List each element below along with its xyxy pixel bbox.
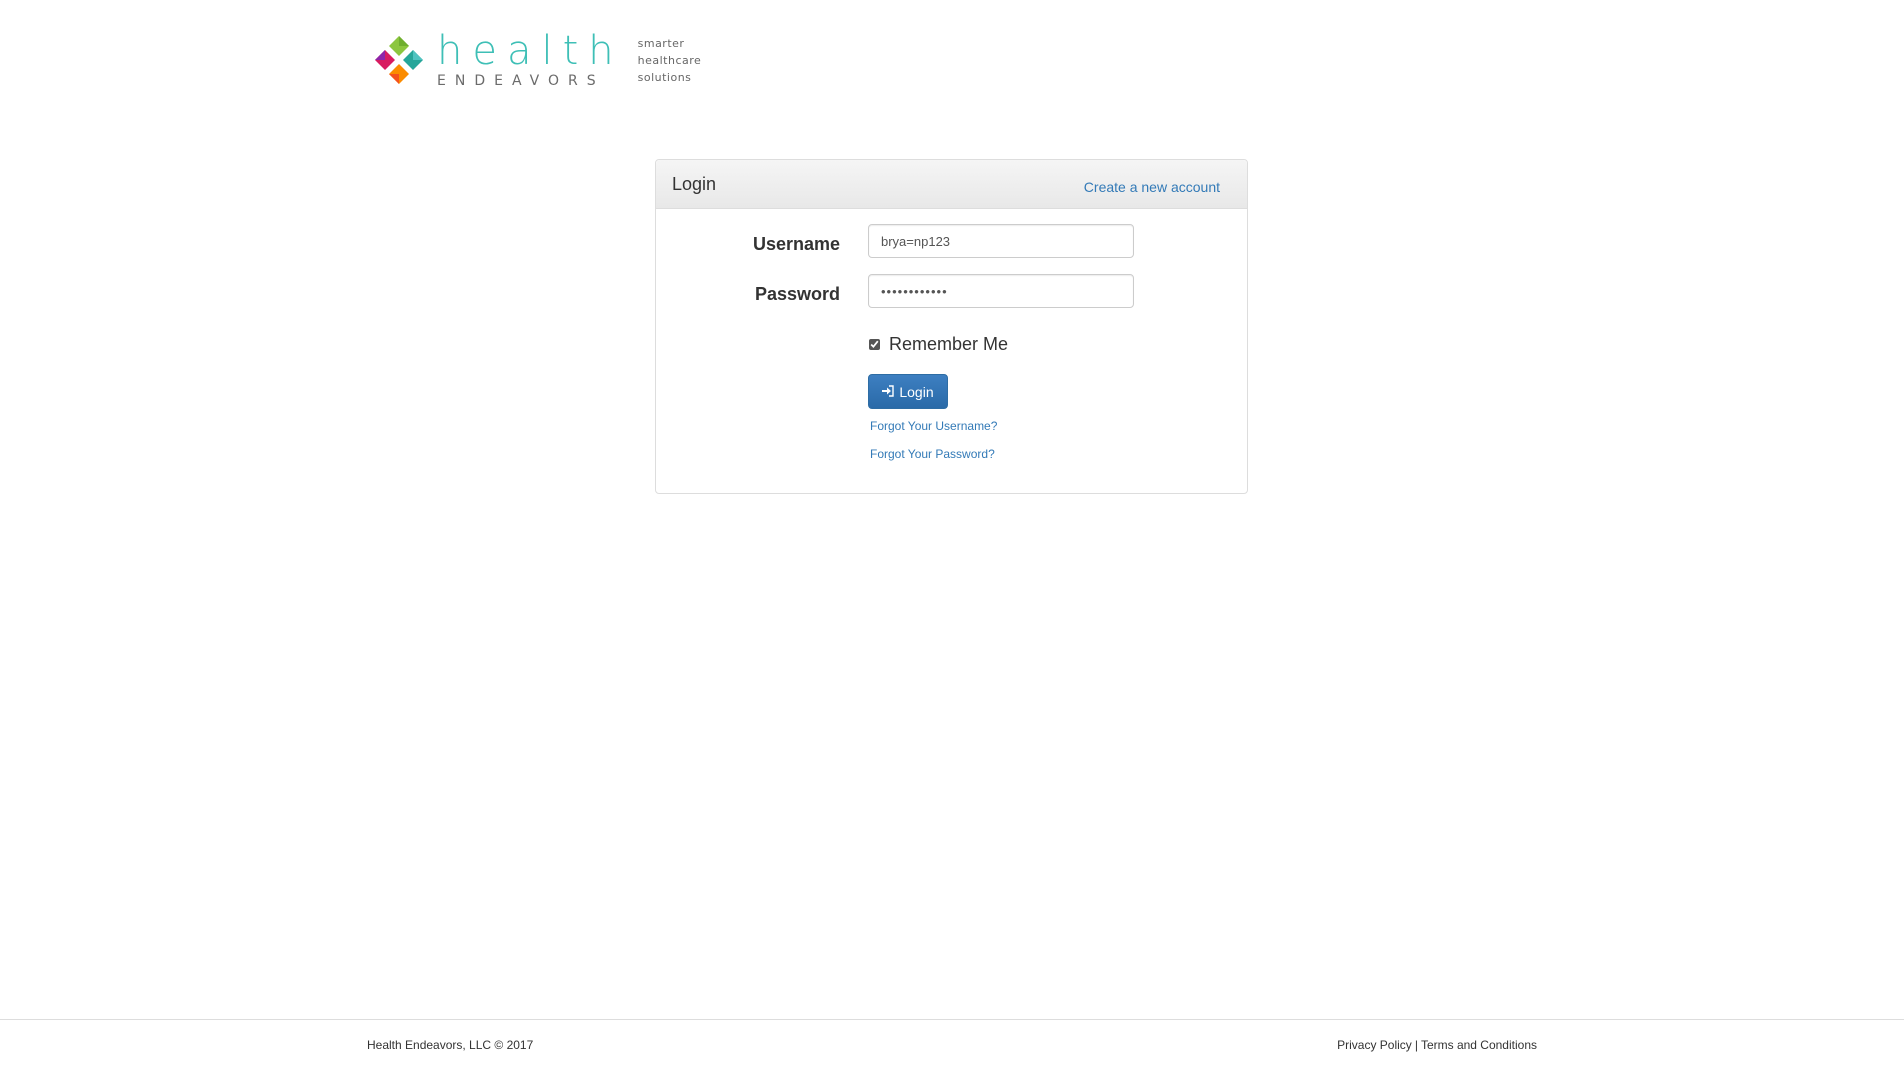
remember-me-checkbox[interactable]	[869, 339, 880, 350]
terms-link[interactable]: Terms and Conditions	[1421, 1038, 1537, 1052]
forgot-password-link[interactable]: Forgot Your Password?	[870, 447, 995, 461]
logo[interactable]: health ENDEAVORS smarter healthcare solu…	[373, 30, 701, 90]
create-account-link[interactable]: Create a new account	[1084, 179, 1220, 195]
username-input[interactable]	[868, 224, 1134, 258]
remember-me-label[interactable]: Remember Me	[889, 334, 1008, 355]
panel-heading: Login Create a new account	[656, 160, 1247, 209]
login-button[interactable]: Login	[868, 374, 948, 409]
tagline-line: solutions	[637, 70, 692, 84]
username-label: Username	[752, 234, 840, 254]
logo-subwordmark: ENDEAVORS	[437, 73, 605, 89]
footer-separator: |	[1414, 1038, 1418, 1052]
tagline-line: smarter	[637, 36, 685, 50]
footer-copyright: Health Endeavors, LLC © 2017	[367, 1038, 534, 1052]
password-label: Password	[754, 284, 840, 304]
tagline-line: healthcare	[637, 53, 702, 67]
footer-divider	[0, 1019, 1904, 1020]
logo-wordmark: health	[437, 28, 624, 74]
health-endeavors-logo-icon	[375, 36, 423, 84]
login-panel: Login Create a new account Username Pass…	[655, 159, 1248, 494]
logo-tagline: smarter healthcare solutions	[638, 35, 702, 86]
login-button-label: Login	[899, 383, 934, 400]
privacy-policy-link[interactable]: Privacy Policy	[1337, 1038, 1412, 1052]
password-input[interactable]	[868, 274, 1134, 308]
footer-links: Privacy Policy | Terms and Conditions	[1337, 1038, 1537, 1052]
forgot-username-link[interactable]: Forgot Your Username?	[870, 419, 997, 433]
sign-in-icon	[882, 384, 895, 399]
panel-title: Login	[672, 174, 717, 194]
remember-me: Remember Me	[869, 334, 1008, 355]
